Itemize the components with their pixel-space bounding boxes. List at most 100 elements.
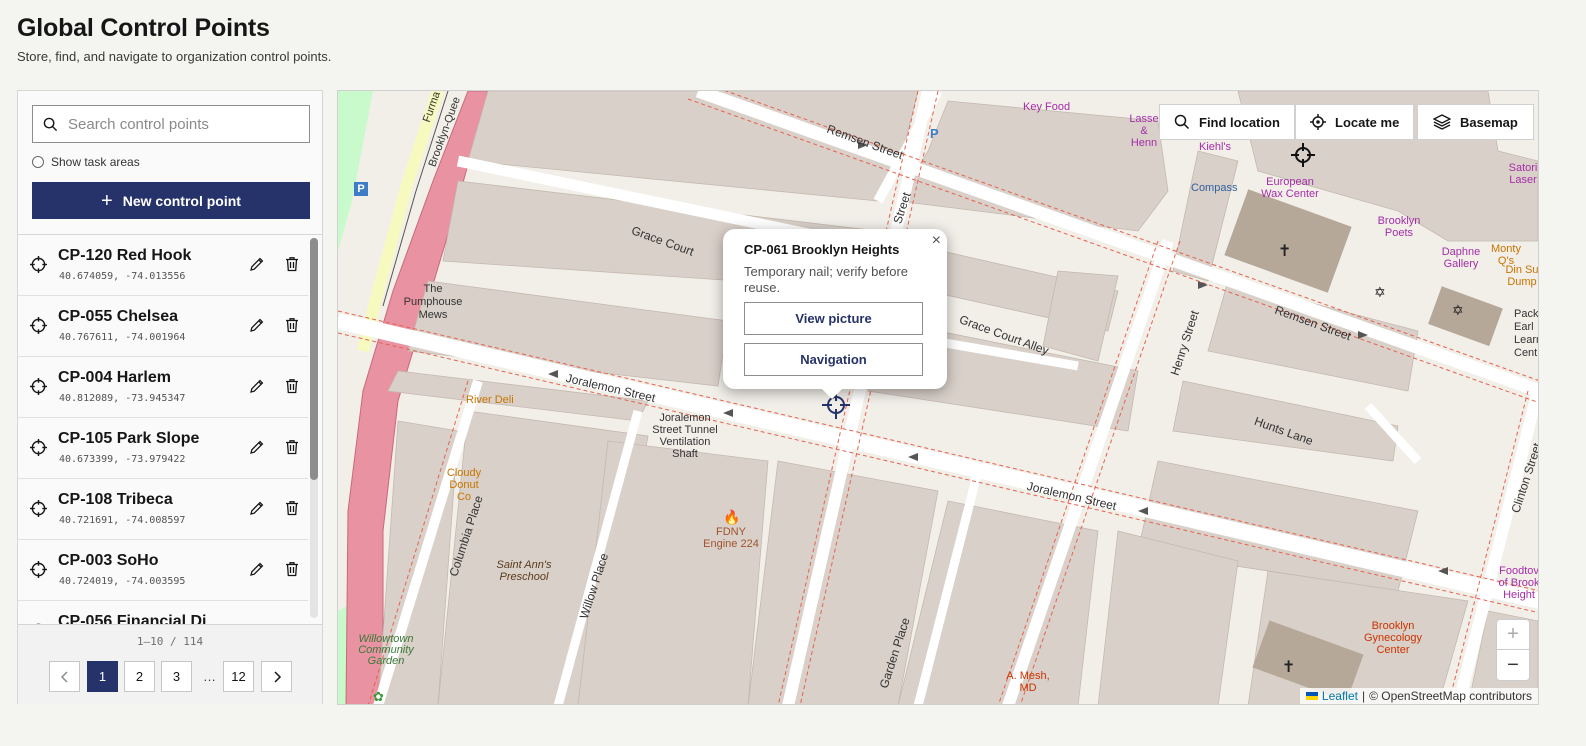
place-mesh: A. Mesh, MD xyxy=(1006,670,1050,694)
osm-attribution: © OpenStreetMap contributors xyxy=(1369,689,1532,703)
place-cloudy-donut: Cloudy Donut Co xyxy=(446,467,482,503)
trash-icon[interactable] xyxy=(284,317,300,333)
place-joralemon-shaft: Joralemon Street Tunnel Ventilation Shaf… xyxy=(652,412,718,460)
list-item[interactable]: CP-004 Harlem 40.812089, -73.945347 xyxy=(18,357,308,418)
next-page-button[interactable] xyxy=(261,661,292,692)
plus-icon: + xyxy=(101,189,113,212)
place-saint-anns: Saint Ann's Preschool xyxy=(496,559,552,583)
crosshair-icon xyxy=(30,500,47,517)
edit-icon[interactable] xyxy=(249,378,265,394)
control-point-coords: 40.674059, -74.013556 xyxy=(59,271,186,282)
crosshair-icon xyxy=(30,561,47,578)
trash-icon[interactable] xyxy=(284,439,300,455)
zoom-out-button[interactable]: − xyxy=(1497,650,1529,680)
view-picture-button[interactable]: View picture xyxy=(744,302,923,335)
scrollbar-thumb[interactable] xyxy=(310,238,318,480)
navigation-button[interactable]: Navigation xyxy=(744,343,923,376)
page-button-12[interactable]: 12 xyxy=(223,661,254,692)
prev-page-button[interactable] xyxy=(49,661,80,692)
garden-icon: ✿ xyxy=(373,689,384,704)
list-item[interactable]: CP-055 Chelsea 40.767611, -74.001964 xyxy=(18,296,308,357)
church-icon: ✝ xyxy=(1282,659,1296,676)
task-areas-checkbox[interactable] xyxy=(32,156,44,168)
trash-icon[interactable] xyxy=(284,378,300,394)
map-tiles[interactable] xyxy=(338,91,1539,705)
control-point-name: CP-056 Financial Di xyxy=(58,613,207,624)
task-areas-label: Show task areas xyxy=(51,155,140,169)
crosshair-icon xyxy=(30,439,47,456)
trash-icon[interactable] xyxy=(284,256,300,272)
pagination-ellipsis: … xyxy=(203,669,216,684)
crosshair-icon xyxy=(30,378,47,395)
page-subtitle: Store, find, and navigate to organizatio… xyxy=(17,49,332,64)
map-attribution: Leaflet | © OpenStreetMap contributors xyxy=(1299,688,1538,704)
list-item[interactable]: CP-108 Tribeca 40.721691, -74.008597 xyxy=(18,479,308,540)
page-button-3[interactable]: 3 xyxy=(161,661,192,692)
zoom-in-button[interactable]: + xyxy=(1497,620,1529,650)
edit-icon[interactable] xyxy=(249,500,265,516)
control-point-name: CP-003 SoHo xyxy=(58,552,159,569)
show-task-areas-toggle[interactable]: Show task areas xyxy=(32,155,140,169)
zoom-control: + − xyxy=(1496,619,1530,681)
popup-description: Temporary nail; verify before reuse. xyxy=(744,264,909,295)
place-brooklyn-poets: Brooklyn Poets xyxy=(1377,215,1421,239)
new-control-point-button[interactable]: + New control point xyxy=(32,182,310,219)
edit-icon[interactable] xyxy=(249,439,265,455)
pagination-info: 1–10 / 114 xyxy=(136,635,204,648)
trash-icon[interactable] xyxy=(284,561,300,577)
list-item[interactable]: CP-003 SoHo 40.724019, -74.003595 xyxy=(18,540,308,601)
place-gynecology: Brooklyn Gynecology Center xyxy=(1363,620,1423,656)
search-input[interactable] xyxy=(68,115,288,133)
control-point-marker-icon[interactable] xyxy=(1291,143,1315,167)
place-packer: Pack Earl Learn Cent xyxy=(1514,308,1539,359)
locate-me-label: Locate me xyxy=(1335,114,1400,130)
place-daphne: Daphne Gallery xyxy=(1441,246,1481,270)
control-point-popup: × CP-061 Brooklyn Heights Temporary nail… xyxy=(723,229,947,389)
parking-icon: P xyxy=(930,126,939,141)
page-button-1[interactable]: 1 xyxy=(87,661,118,692)
synagogue-icon: ✡ xyxy=(1374,284,1386,300)
control-point-name: CP-108 Tribeca xyxy=(58,491,173,508)
map-view[interactable]: Remsen Street Remsen Street Grace Court … xyxy=(337,90,1539,705)
search-box[interactable] xyxy=(32,105,310,143)
chevron-left-icon xyxy=(60,670,68,683)
basemap-button[interactable]: Basemap xyxy=(1417,104,1534,140)
control-point-coords: 40.724019, -74.003595 xyxy=(59,576,186,587)
find-location-label: Find location xyxy=(1199,114,1280,130)
crosshair-icon xyxy=(30,256,47,273)
fire-station-icon: 🔥 xyxy=(723,509,741,525)
place-kiehls: Kiehl's xyxy=(1199,141,1232,153)
place-key-food: Key Food xyxy=(1023,101,1071,113)
edit-icon[interactable] xyxy=(249,256,265,272)
place-foodtown: Foodtov of Brook Height xyxy=(1498,565,1539,601)
leaflet-link[interactable]: Leaflet xyxy=(1322,689,1358,703)
place-fdny: FDNY Engine 224 xyxy=(703,526,759,550)
list-item[interactable]: CP-120 Red Hook 40.674059, -74.013556 xyxy=(18,235,308,296)
trash-icon[interactable] xyxy=(284,500,300,516)
control-point-name: CP-120 Red Hook xyxy=(58,247,192,264)
place-pumphouse: The Pumphouse Mews xyxy=(403,283,463,321)
locate-me-button[interactable]: Locate me xyxy=(1295,104,1415,140)
popup-title: CP-061 Brooklyn Heights xyxy=(744,242,900,257)
control-point-sidebar: Show task areas + New control point CP-1… xyxy=(17,90,323,704)
popup-close-button[interactable]: × xyxy=(932,232,941,250)
list-scrollbar[interactable] xyxy=(310,238,318,618)
search-icon xyxy=(43,117,58,131)
place-din-su: Din Su Dump xyxy=(1505,264,1539,288)
control-point-name: CP-004 Harlem xyxy=(58,369,171,386)
control-point-name: CP-105 Park Slope xyxy=(58,430,200,447)
control-point-coords: 40.767611, -74.001964 xyxy=(59,332,186,343)
list-item[interactable]: CP-105 Park Slope 40.673399, -73.979422 xyxy=(18,418,308,479)
list-item[interactable]: CP-056 Financial Di xyxy=(18,601,308,624)
find-location-button[interactable]: Find location xyxy=(1159,104,1295,140)
edit-icon[interactable] xyxy=(249,317,265,333)
church-icon: ✝ xyxy=(1278,243,1292,260)
attribution-separator: | xyxy=(1361,689,1366,703)
place-lasse-henn: Lasse & Henn xyxy=(1129,113,1159,149)
page-button-2[interactable]: 2 xyxy=(124,661,155,692)
edit-icon[interactable] xyxy=(249,561,265,577)
popup-tip xyxy=(820,387,844,399)
synagogue-icon: ✡ xyxy=(1452,302,1464,318)
control-point-list[interactable]: CP-120 Red Hook 40.674059, -74.013556 CP… xyxy=(18,234,322,624)
place-river-deli: River Deli xyxy=(466,394,514,406)
